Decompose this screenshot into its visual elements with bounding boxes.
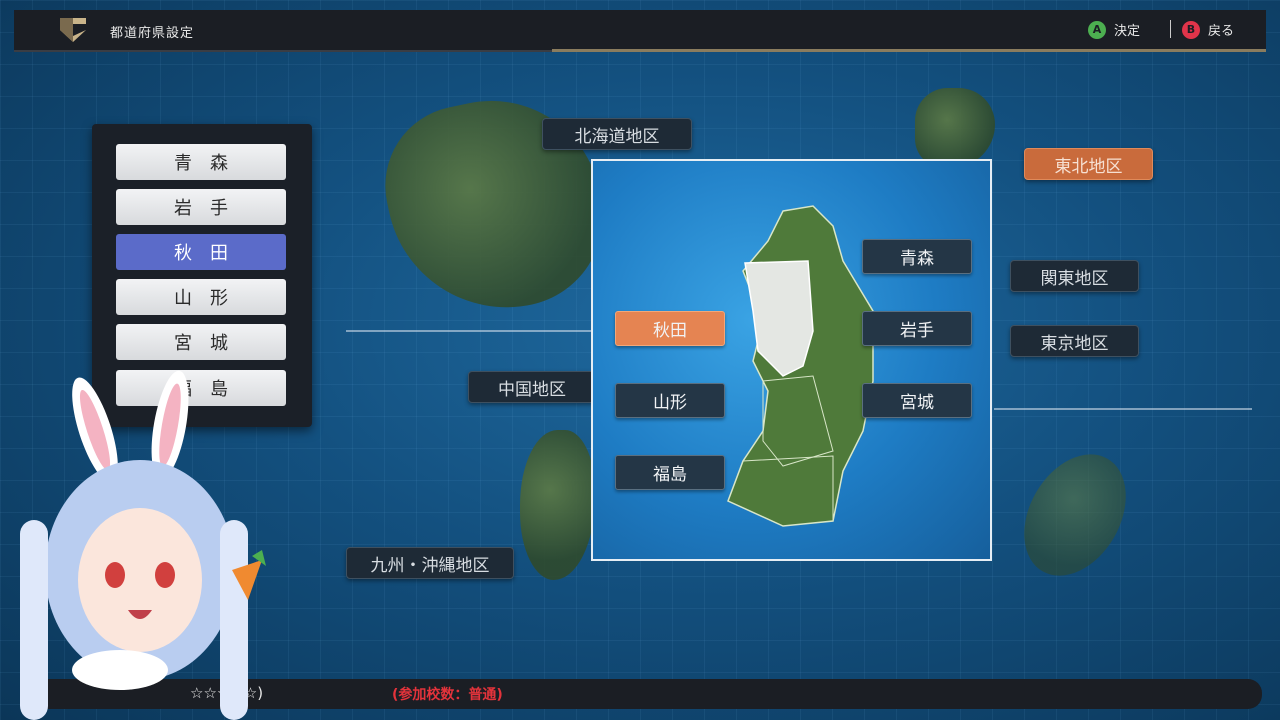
a-button-icon: A — [1088, 20, 1106, 39]
character-avatar — [20, 370, 266, 720]
region-kanto[interactable]: 関東地区 — [1010, 260, 1139, 292]
hint-separator — [1170, 20, 1171, 38]
map-label-yamagata[interactable]: 山形 — [615, 383, 725, 418]
list-item-akita[interactable]: 秋田 — [116, 234, 286, 270]
divider-line-right — [994, 408, 1252, 410]
divider-line-left — [346, 330, 592, 332]
header-bar: 都道府県設定 A 決定 B 戻る — [14, 10, 1266, 52]
region-tohoku[interactable]: 東北地区 — [1024, 148, 1153, 180]
game-logo-icon — [60, 18, 86, 42]
back-label: 戻る — [1208, 24, 1235, 39]
header-accent-line — [552, 49, 1266, 52]
b-button-icon: B — [1182, 20, 1200, 39]
participating-schools: (参加校数：普通) — [392, 687, 503, 703]
tohoku-region-map — [727, 205, 874, 527]
region-kyushu-okinawa[interactable]: 九州・沖縄地区 — [346, 547, 514, 579]
map-label-aomori[interactable]: 青森 — [862, 239, 972, 274]
list-item-miyagi[interactable]: 宮城 — [116, 324, 286, 360]
region-hokkaido[interactable]: 北海道地区 — [542, 118, 692, 150]
back-hint[interactable]: B 戻る — [1182, 20, 1234, 39]
confirm-hint[interactable]: A 決定 — [1088, 20, 1140, 39]
map-label-iwate[interactable]: 岩手 — [862, 311, 972, 346]
list-item-aomori[interactable]: 青森 — [116, 144, 286, 180]
map-label-miyagi[interactable]: 宮城 — [862, 383, 972, 418]
region-chugoku[interactable]: 中国地区 — [468, 371, 596, 403]
confirm-label: 決定 — [1114, 24, 1141, 39]
page-title: 都道府県設定 — [110, 26, 195, 41]
list-item-iwate[interactable]: 岩手 — [116, 189, 286, 225]
region-tokyo[interactable]: 東京地区 — [1010, 325, 1139, 357]
list-item-yamagata[interactable]: 山形 — [116, 279, 286, 315]
map-label-fukushima[interactable]: 福島 — [615, 455, 725, 490]
map-label-akita[interactable]: 秋田 — [615, 311, 725, 346]
tohoku-map: 青森 岩手 秋田 山形 宮城 福島 — [591, 159, 992, 561]
